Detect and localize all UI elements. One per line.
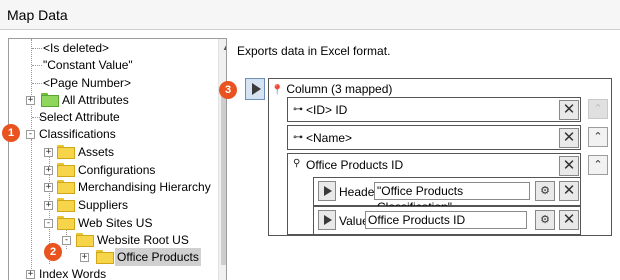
folder-icon (57, 216, 75, 230)
field-label: <ID> ID (306, 103, 348, 117)
mapped-field-office-products-id[interactable]: ⚲ Office Products ID ✕ Header "Office Pr… (287, 153, 581, 235)
tree-item-label: Index Words (39, 267, 107, 280)
tree-item-label: Select Attribute (39, 110, 120, 124)
tree-item-label: Assets (78, 145, 115, 159)
folder-icon (41, 93, 59, 107)
tree-item-label: Website Root US (97, 233, 189, 247)
play-icon[interactable] (318, 181, 336, 201)
tree-item-configurations[interactable]: Configurations (57, 161, 157, 179)
folder-icon (57, 145, 75, 159)
tree-item-constant-value[interactable]: "Constant Value" (41, 56, 135, 74)
pin-icon: ⚲ (293, 158, 301, 169)
tree-item-label: All Attributes (62, 93, 129, 107)
chevron-up-icon[interactable]: ⌃ (588, 127, 608, 147)
tree-item-classifications[interactable]: Classifications (37, 125, 118, 143)
tree-item-web-sites-us[interactable]: Web Sites US (57, 214, 154, 232)
folder-icon (57, 198, 75, 212)
callout-badge: 2 (44, 243, 62, 261)
value-input[interactable]: Office Products ID (365, 211, 527, 229)
tree-scrollbar[interactable]: ▲ (218, 39, 226, 280)
tree-item-label: Suppliers (78, 198, 129, 212)
close-icon[interactable]: ✕ (559, 156, 579, 176)
tree-item-suppliers[interactable]: Suppliers (57, 196, 130, 214)
pin-icon: ⊶ (293, 104, 303, 115)
mapped-field-name[interactable]: ⊶ <Name> ✕ (287, 125, 581, 150)
callout-badge: 3 (219, 81, 237, 99)
tree-item-label: Web Sites US (78, 216, 153, 230)
scrollbar-thumb[interactable] (221, 89, 226, 265)
folder-icon (57, 163, 75, 177)
tree-item-label: <Page Number> (43, 76, 132, 90)
plus-expander-icon[interactable]: + (44, 166, 53, 175)
tree-item-label: Configurations (78, 163, 156, 177)
close-icon[interactable]: ✕ (559, 210, 579, 230)
plus-expander-icon[interactable]: + (44, 148, 53, 157)
tree-item-all-attributes[interactable]: All Attributes (41, 91, 131, 109)
mapped-field-id[interactable]: ⊶ <ID> ID ✕ (287, 97, 581, 122)
tree-item-label: <Is deleted> (43, 41, 110, 55)
tree-item-label: Classifications (39, 127, 116, 141)
tree-item-label: "Constant Value" (43, 58, 133, 72)
tree-item-assets[interactable]: Assets (57, 143, 116, 161)
pin-icon: 📍 (271, 85, 284, 96)
plus-expander-icon[interactable]: + (80, 253, 89, 262)
column-header: 📍 Column (3 mapped) (271, 81, 392, 97)
subfield-key: Header (339, 185, 379, 199)
play-icon[interactable] (245, 78, 265, 100)
plus-expander-icon[interactable]: + (26, 270, 35, 279)
plus-expander-icon[interactable]: + (44, 183, 53, 192)
chevron-up-icon: ⌃ (588, 99, 608, 119)
window-title-bar: Map Data (0, 0, 620, 30)
field-label: <Name> (306, 131, 353, 145)
settings-icon[interactable]: ⚙ (535, 210, 555, 230)
minus-expander-icon[interactable]: - (62, 236, 71, 245)
column-label: Column (3 mapped) (286, 82, 393, 96)
column-mapping-group: 📍 Column (3 mapped) ⊶ <ID> ID ✕ ⌃ ⊶ <Nam… (268, 78, 612, 236)
tree-item-website-root-us[interactable]: Website Root US (76, 231, 191, 249)
plus-expander-icon[interactable]: + (44, 201, 53, 210)
tree-item-label: Merchandising Hierarchy (78, 180, 211, 194)
tree-item-merchandising-hierarchy[interactable]: Merchandising Hierarchy (57, 178, 213, 196)
plus-expander-icon[interactable]: + (26, 96, 35, 105)
pin-icon: ⊶ (293, 132, 303, 143)
chevron-up-icon[interactable]: ⌃ (588, 155, 608, 175)
close-icon[interactable]: ✕ (559, 128, 579, 148)
subfield-header: Header "Office Products Classification" … (313, 177, 581, 214)
tree-item-page-number[interactable]: <Page Number> (41, 74, 133, 92)
format-description: Exports data in Excel format. (237, 44, 391, 58)
close-icon[interactable]: ✕ (559, 100, 579, 120)
window-title: Map Data (7, 7, 68, 23)
play-icon[interactable] (318, 210, 336, 230)
scroll-up-icon[interactable]: ▲ (222, 43, 226, 52)
field-label: Office Products ID (306, 158, 404, 172)
folder-icon (57, 180, 75, 194)
minus-expander-icon[interactable]: - (26, 130, 35, 139)
tree-item-index-words[interactable]: Index Words (37, 265, 108, 280)
tree-connector (31, 39, 32, 139)
attribute-tree: <Is deleted> "Constant Value" <Page Numb… (8, 38, 227, 280)
callout-badge: 1 (2, 124, 20, 142)
minus-expander-icon[interactable]: - (44, 219, 53, 228)
tree-item-is-deleted[interactable]: <Is deleted> (41, 39, 111, 57)
subfield-value: Value Office Products ID ⚙ ✕ (313, 206, 581, 235)
tree-item-label: Office Products (115, 248, 201, 266)
settings-icon[interactable]: ⚙ (535, 181, 555, 201)
folder-icon (96, 250, 114, 264)
folder-icon (76, 233, 94, 247)
tree-item-office-products[interactable]: Office Products (96, 248, 201, 266)
close-icon[interactable]: ✕ (559, 181, 579, 201)
header-input[interactable]: "Office Products Classification" (374, 182, 530, 214)
tree-connector (31, 139, 32, 277)
tree-item-select-attribute[interactable]: Select Attribute (37, 108, 122, 126)
